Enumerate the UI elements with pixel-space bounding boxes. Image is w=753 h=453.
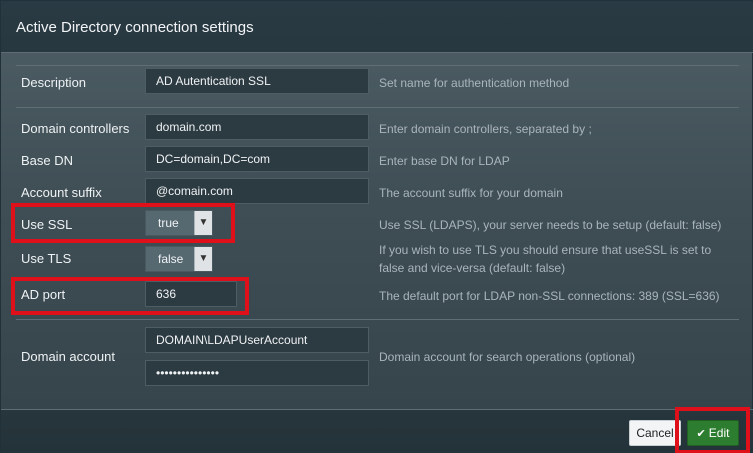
use-ssl-label: Use SSL <box>21 217 73 232</box>
description-input-field[interactable] <box>156 74 358 88</box>
divider <box>16 107 739 108</box>
ad-port-hint: The default port for LDAP non-SSL connec… <box>379 289 720 303</box>
dialog-body: Description Set name for authentication … <box>1 53 753 409</box>
use-ssl-hint: Use SSL (LDAPS), your server needs to be… <box>379 218 722 232</box>
chevron-down-icon[interactable]: ▼ <box>194 247 212 271</box>
description-hint: Set name for authentication method <box>379 76 570 90</box>
account-suffix-label: Account suffix <box>21 185 102 200</box>
domain-account-password-input[interactable] <box>145 360 369 386</box>
use-tls-select[interactable]: false ▼ <box>145 246 213 272</box>
account-suffix-hint: The account suffix for your domain <box>379 186 563 200</box>
ad-port-input-field[interactable] <box>156 287 226 301</box>
base-dn-hint: Enter base DN for LDAP <box>379 154 510 168</box>
domain-controllers-label: Domain controllers <box>21 121 130 136</box>
edit-button[interactable]: ✔ Edit <box>687 420 739 446</box>
base-dn-input-field[interactable] <box>156 152 358 166</box>
use-tls-value: false <box>158 252 184 266</box>
edit-button-label: Edit <box>708 426 730 440</box>
use-ssl-value: true <box>158 216 179 230</box>
account-suffix-input-field[interactable] <box>156 184 358 198</box>
base-dn-input[interactable] <box>145 146 369 172</box>
description-input[interactable] <box>145 68 369 94</box>
divider <box>16 319 739 320</box>
dialog-title: Active Directory connection settings <box>16 19 254 36</box>
base-dn-label: Base DN <box>21 153 74 168</box>
domain-account-username-input[interactable] <box>145 327 369 353</box>
cancel-button[interactable]: Cancel <box>629 420 681 446</box>
divider <box>16 65 739 66</box>
use-tls-hint: If you wish to use TLS you should ensure… <box>379 243 712 275</box>
ad-port-input[interactable] <box>145 281 237 307</box>
domain-account-hint: Domain account for search operations (op… <box>379 350 636 364</box>
use-ssl-select[interactable]: true ▼ <box>145 210 213 236</box>
domain-controllers-input-field[interactable] <box>156 120 358 134</box>
account-suffix-input[interactable] <box>145 178 369 204</box>
dialog-header: Active Directory connection settings <box>1 1 753 53</box>
domain-account-password-field[interactable] <box>156 366 358 380</box>
domain-account-label: Domain account <box>21 349 115 364</box>
chevron-down-icon[interactable]: ▼ <box>194 211 212 235</box>
domain-account-username-field[interactable] <box>156 333 358 347</box>
domain-controllers-hint: Enter domain controllers, separated by ; <box>379 122 592 136</box>
use-tls-label: Use TLS <box>21 251 72 266</box>
dialog-footer: Cancel ✔ Edit <box>1 407 753 453</box>
domain-controllers-input[interactable] <box>145 114 369 140</box>
ad-settings-dialog: Active Directory connection settings Des… <box>0 0 753 453</box>
ad-port-label: AD port <box>21 287 66 302</box>
check-icon: ✔ <box>696 428 706 440</box>
description-label: Description <box>21 75 87 90</box>
